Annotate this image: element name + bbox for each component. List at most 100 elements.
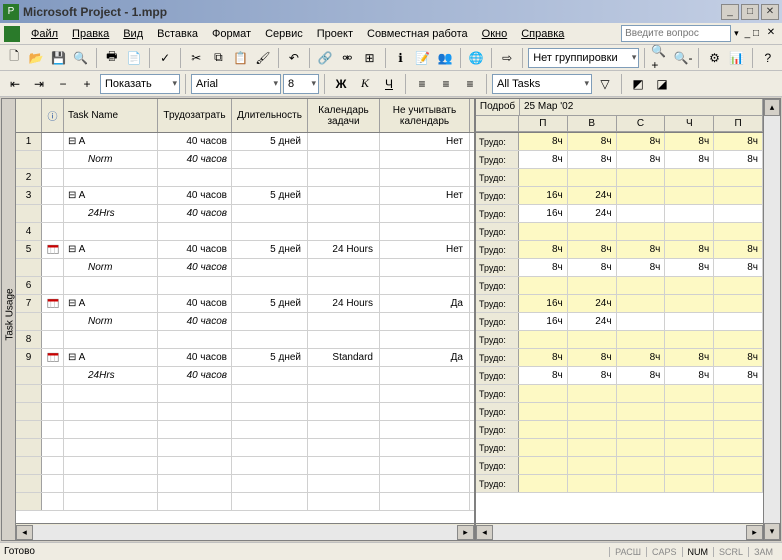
table-row[interactable]: 4	[16, 223, 474, 241]
goto-icon[interactable]: ⇨	[497, 47, 517, 69]
autofilter-icon[interactable]: ▽	[594, 73, 616, 95]
time-cell[interactable]: 24ч	[568, 313, 617, 330]
task-name-cell[interactable]	[64, 169, 158, 186]
table-row[interactable]: Norm40 часов	[16, 313, 474, 331]
time-cell[interactable]: 16ч	[519, 187, 568, 204]
ignore-cell[interactable]: Да	[380, 295, 470, 312]
time-cell[interactable]: 8ч	[714, 133, 763, 150]
row-number[interactable]: 6	[16, 277, 42, 294]
menu-file[interactable]: Файл	[24, 26, 65, 42]
time-cell[interactable]	[519, 331, 568, 348]
time-cell[interactable]	[665, 223, 714, 240]
header-indicator[interactable]: ⓘ	[42, 99, 64, 132]
row-number[interactable]	[16, 259, 42, 276]
menu-chevron[interactable]: ▾	[734, 28, 739, 39]
time-cell[interactable]	[665, 457, 714, 474]
time-cell[interactable]	[617, 205, 666, 222]
info-icon[interactable]: ℹ	[390, 47, 410, 69]
align-left-icon[interactable]: ≡	[411, 73, 433, 95]
time-cell[interactable]: 8ч	[665, 367, 714, 384]
publish-icon[interactable]: 🌐	[466, 47, 486, 69]
time-cell[interactable]	[714, 187, 763, 204]
table-row[interactable]: 24Hrs40 часов	[16, 367, 474, 385]
restore-doc-button[interactable]: _ □	[745, 28, 759, 39]
timephased-row[interactable]: Трудо:16ч24ч	[476, 313, 763, 331]
preview-icon[interactable]: 📄	[124, 47, 144, 69]
task-table-body[interactable]: 1⊟ A40 часов5 днейНетNorm40 часов23⊟ A40…	[16, 133, 474, 523]
search-icon[interactable]: 🔍	[71, 47, 91, 69]
task-name-cell[interactable]: 24Hrs	[64, 367, 158, 384]
ask-question-input[interactable]	[621, 25, 731, 42]
time-cell[interactable]: 8ч	[617, 151, 666, 168]
align-center-icon[interactable]: ≡	[435, 73, 457, 95]
scroll-up-button[interactable]: ▴	[764, 99, 780, 116]
work-cell[interactable]	[158, 277, 232, 294]
work-cell[interactable]: 40 часов	[158, 313, 232, 330]
time-cell[interactable]: 24ч	[568, 295, 617, 312]
scroll-track[interactable]	[33, 525, 457, 540]
time-cell[interactable]	[519, 475, 568, 492]
calendar-cell[interactable]	[308, 277, 380, 294]
task-name-cell[interactable]: Norm	[64, 151, 158, 168]
time-cell[interactable]	[714, 421, 763, 438]
duration-cell[interactable]	[232, 205, 308, 222]
time-cell[interactable]	[617, 313, 666, 330]
duration-cell[interactable]	[232, 277, 308, 294]
time-cell[interactable]	[665, 403, 714, 420]
time-cell[interactable]	[568, 475, 617, 492]
new-icon[interactable]: 🗋	[4, 47, 24, 69]
time-cell[interactable]: 8ч	[568, 367, 617, 384]
time-cell[interactable]: 8ч	[665, 349, 714, 366]
maximize-button[interactable]: □	[741, 4, 759, 20]
fontsize-combo[interactable]: 8	[283, 74, 319, 94]
scroll-right-button[interactable]: ▸	[457, 525, 474, 540]
header-duration[interactable]: Длительность	[232, 99, 308, 132]
close-button[interactable]: ✕	[761, 4, 779, 20]
timephased-body[interactable]: Трудо:8ч8ч8ч8ч8чТрудо:8ч8ч8ч8ч8чТрудо:Тр…	[476, 133, 763, 523]
time-cell[interactable]: 8ч	[714, 367, 763, 384]
time-cell[interactable]	[519, 403, 568, 420]
scroll-right-button[interactable]: ▸	[746, 525, 763, 540]
date-band[interactable]: 25 Мар '02	[520, 99, 763, 116]
time-cell[interactable]: 24ч	[568, 205, 617, 222]
scroll-left-button[interactable]: ◂	[16, 525, 33, 540]
expand-icon[interactable]: +	[76, 73, 98, 95]
time-cell[interactable]: 8ч	[665, 259, 714, 276]
vscrollbar[interactable]: ▴ ▾	[763, 99, 780, 540]
time-cell[interactable]	[568, 169, 617, 186]
time-cell[interactable]	[617, 277, 666, 294]
menu-insert[interactable]: Вставка	[150, 26, 205, 42]
bold-button[interactable]: Ж	[330, 73, 352, 95]
work-cell[interactable]	[158, 223, 232, 240]
calendar-cell[interactable]	[308, 151, 380, 168]
table-row[interactable]: 7⊟ A40 часов5 дней24 HoursДа	[16, 295, 474, 313]
timephased-row[interactable]: Трудо:8ч8ч8ч8ч8ч	[476, 259, 763, 277]
table-row[interactable]: 3⊟ A40 часов5 днейНет	[16, 187, 474, 205]
time-cell[interactable]: 8ч	[617, 349, 666, 366]
duration-cell[interactable]: 5 дней	[232, 241, 308, 258]
timephased-row[interactable]: Трудо:8ч8ч8ч8ч8ч	[476, 133, 763, 151]
row-number[interactable]	[16, 151, 42, 168]
task-name-cell[interactable]: Norm	[64, 259, 158, 276]
time-cell[interactable]: 16ч	[519, 205, 568, 222]
timephased-row[interactable]: Трудо:8ч8ч8ч8ч8ч	[476, 151, 763, 169]
time-cell[interactable]	[714, 331, 763, 348]
table-row[interactable]: 6	[16, 277, 474, 295]
notes-icon[interactable]: 📝	[413, 47, 433, 69]
detail-header[interactable]: Подроб	[476, 99, 520, 116]
menu-window[interactable]: Окно	[475, 26, 515, 42]
timephased-row[interactable]: Трудо:	[476, 277, 763, 295]
menu-edit[interactable]: Правка	[65, 26, 116, 42]
time-cell[interactable]	[665, 187, 714, 204]
table-row[interactable]: 9⊟ A40 часов5 днейStandardДа	[16, 349, 474, 367]
time-cell[interactable]: 8ч	[617, 241, 666, 258]
undo-icon[interactable]: ↶	[284, 47, 304, 69]
row-number[interactable]	[16, 313, 42, 330]
time-cell[interactable]: 8ч	[568, 151, 617, 168]
time-cell[interactable]	[617, 385, 666, 402]
calendar-cell[interactable]	[308, 331, 380, 348]
time-cell[interactable]	[714, 385, 763, 402]
time-cell[interactable]: 16ч	[519, 313, 568, 330]
time-cell[interactable]	[665, 313, 714, 330]
duration-cell[interactable]: 5 дней	[232, 349, 308, 366]
